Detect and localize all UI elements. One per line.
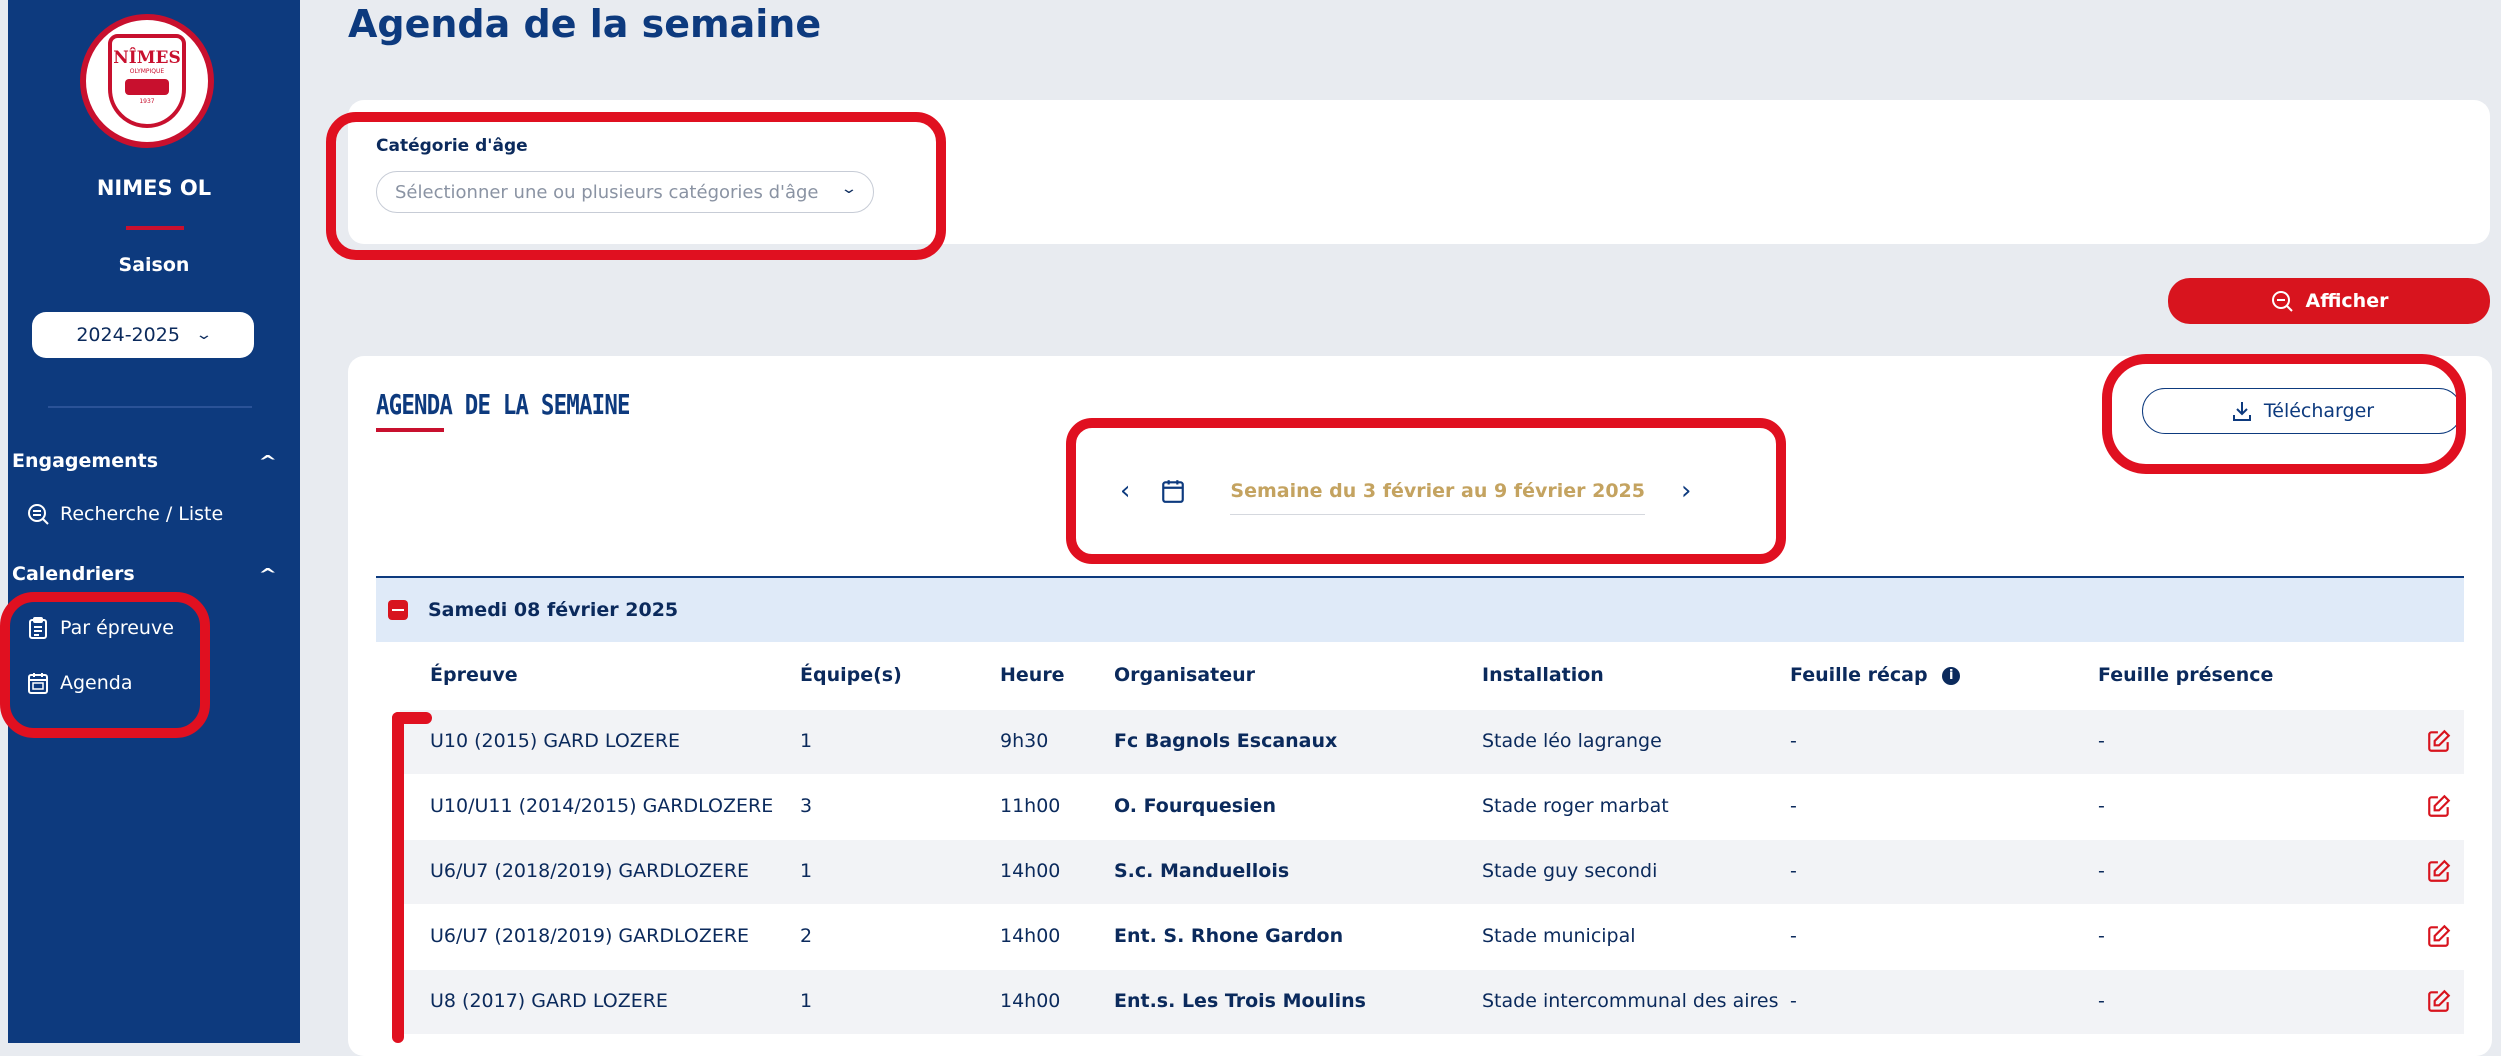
day-group-row: Samedi 08 février 2025 bbox=[376, 578, 2464, 642]
afficher-button[interactable]: Afficher bbox=[2168, 278, 2490, 324]
cell-feuille-presence: - bbox=[2098, 730, 2105, 752]
cell-feuille-recap: - bbox=[1790, 925, 1797, 947]
col-header-installation: Installation bbox=[1482, 664, 1604, 686]
cell-equipe: 3 bbox=[800, 795, 813, 817]
section-engagements-label: Engagements bbox=[12, 450, 159, 472]
cell-heure: 11h00 bbox=[1000, 795, 1061, 817]
cell-feuille-presence: - bbox=[2098, 795, 2105, 817]
edit-icon[interactable] bbox=[2426, 858, 2452, 884]
table-row: U8 (2017) GARD LOZERE 1 14h00 Ent.s. Les Tr… bbox=[400, 970, 2464, 1034]
cell-organisateur[interactable]: Ent. S. Rhone Gardon bbox=[1114, 925, 1343, 947]
cell-organisateur[interactable]: S.c. Manduellois bbox=[1114, 860, 1289, 882]
edit-icon[interactable] bbox=[2426, 793, 2452, 819]
page-title: Agenda de la semaine bbox=[348, 2, 822, 46]
logo-subtext: OLYMPIQUE bbox=[129, 68, 165, 75]
cell-feuille-recap: - bbox=[1790, 860, 1797, 882]
col-header-epreuve: Épreuve bbox=[430, 664, 518, 686]
annotation-mark-filter bbox=[326, 112, 946, 260]
chevron-up-icon: ^ bbox=[257, 564, 277, 584]
cell-installation: Stade intercommunal des aires bbox=[1482, 990, 1779, 1012]
col-header-organisateur: Organisateur bbox=[1114, 664, 1255, 686]
cell-feuille-presence: - bbox=[2098, 925, 2105, 947]
chevron-down-icon: ⌄ bbox=[194, 327, 213, 343]
club-name: NIMES OL bbox=[96, 176, 212, 200]
cell-feuille-recap: - bbox=[1790, 730, 1797, 752]
afficher-label: Afficher bbox=[2305, 290, 2389, 312]
cell-epreuve[interactable]: U8 (2017) GARD LOZERE bbox=[430, 990, 668, 1012]
day-label: Samedi 08 février 2025 bbox=[428, 599, 679, 621]
cell-feuille-recap: - bbox=[1790, 990, 1797, 1012]
collapse-toggle-icon[interactable] bbox=[388, 600, 408, 620]
cell-organisateur[interactable]: Fc Bagnols Escanaux bbox=[1114, 730, 1337, 752]
nav-recherche-liste[interactable]: Recherche / Liste bbox=[26, 502, 223, 526]
cell-equipe: 2 bbox=[800, 925, 813, 947]
col-header-equipes: Équipe(s) bbox=[800, 664, 902, 686]
cell-heure: 14h00 bbox=[1000, 925, 1061, 947]
annotation-mark-download bbox=[2102, 354, 2466, 474]
agenda-heading-underline bbox=[376, 428, 444, 432]
cell-organisateur[interactable]: O. Fourquesien bbox=[1114, 795, 1276, 817]
sidebar-divider bbox=[48, 406, 252, 408]
col-header-feuille-recap: Feuille récap i bbox=[1790, 664, 1961, 686]
saison-label: Saison bbox=[118, 254, 190, 276]
agenda-heading: AGENDA DE LA SEMAINE bbox=[376, 388, 631, 421]
col-header-heure: Heure bbox=[1000, 664, 1065, 686]
table-row: U10 (2015) GARD LOZERE 1 9h30 Fc Bagnols Es… bbox=[400, 710, 2464, 774]
cell-installation: Stade roger marbat bbox=[1482, 795, 1669, 817]
cell-epreuve[interactable]: U6/U7 (2018/2019) GARDLOZERE bbox=[430, 925, 749, 947]
season-value: 2024-2025 bbox=[76, 324, 180, 346]
club-name-underline bbox=[126, 226, 184, 230]
logo-crest: NÎMES OLYMPIQUE 1937 bbox=[108, 34, 186, 128]
cell-heure: 14h00 bbox=[1000, 860, 1061, 882]
table-row: U10/U11 (2014/2015) GARDLOZERE 3 11h00 O. F… bbox=[400, 775, 2464, 839]
search-list-icon bbox=[28, 504, 49, 525]
cell-installation: Stade léo lagrange bbox=[1482, 730, 1662, 752]
logo-text: NÎMES bbox=[113, 48, 181, 68]
cell-epreuve[interactable]: U6/U7 (2018/2019) GARDLOZERE bbox=[430, 860, 749, 882]
info-icon[interactable]: i bbox=[1942, 666, 1961, 685]
cell-installation: Stade municipal bbox=[1482, 925, 1636, 947]
section-calendriers[interactable]: Calendriers ^ bbox=[12, 563, 277, 585]
section-calendriers-label: Calendriers bbox=[12, 563, 135, 585]
cell-epreuve[interactable]: U10/U11 (2014/2015) GARDLOZERE bbox=[430, 795, 773, 817]
edit-icon[interactable] bbox=[2426, 988, 2452, 1014]
annotation-mark-rows-tick bbox=[392, 712, 432, 724]
table-row: U6/U7 (2018/2019) GARDLOZERE 1 14h00 S.c. M… bbox=[400, 840, 2464, 904]
sidebar: NÎMES OLYMPIQUE 1937 NIMES OL Saison 202… bbox=[8, 0, 300, 1043]
nav-recherche-liste-label: Recherche / Liste bbox=[60, 503, 224, 525]
cell-feuille-presence: - bbox=[2098, 860, 2105, 882]
cell-epreuve[interactable]: U10 (2015) GARD LOZERE bbox=[430, 730, 680, 752]
season-select[interactable]: 2024-2025 ⌄ bbox=[32, 312, 254, 358]
chevron-up-icon: ^ bbox=[257, 451, 277, 471]
cell-equipe: 1 bbox=[800, 730, 813, 752]
club-logo[interactable]: NÎMES OLYMPIQUE 1937 bbox=[80, 14, 214, 148]
cell-heure: 9h30 bbox=[1000, 730, 1049, 752]
cell-heure: 14h00 bbox=[1000, 990, 1061, 1012]
cell-installation: Stade guy secondi bbox=[1482, 860, 1658, 882]
col-header-feuille-presence: Feuille présence bbox=[2098, 664, 2274, 686]
annotation-mark-sidebar bbox=[0, 592, 210, 738]
annotation-mark-rows bbox=[392, 712, 404, 1043]
cell-feuille-presence: - bbox=[2098, 990, 2105, 1012]
section-engagements[interactable]: Engagements ^ bbox=[12, 450, 277, 472]
cell-equipe: 1 bbox=[800, 860, 813, 882]
cell-feuille-recap: - bbox=[1790, 795, 1797, 817]
search-icon bbox=[2271, 291, 2293, 312]
table-row: U6/U7 (2018/2019) GARDLOZERE 2 14h00 Ent. S… bbox=[400, 905, 2464, 969]
edit-icon[interactable] bbox=[2426, 728, 2452, 754]
edit-icon[interactable] bbox=[2426, 923, 2452, 949]
logo-year: 1937 bbox=[139, 98, 155, 105]
feuille-recap-label: Feuille récap bbox=[1790, 664, 1928, 686]
cell-organisateur[interactable]: Ent.s. Les Trois Moulins bbox=[1114, 990, 1366, 1012]
logo-band bbox=[125, 79, 169, 95]
annotation-mark-week bbox=[1066, 418, 1786, 564]
cell-equipe: 1 bbox=[800, 990, 813, 1012]
